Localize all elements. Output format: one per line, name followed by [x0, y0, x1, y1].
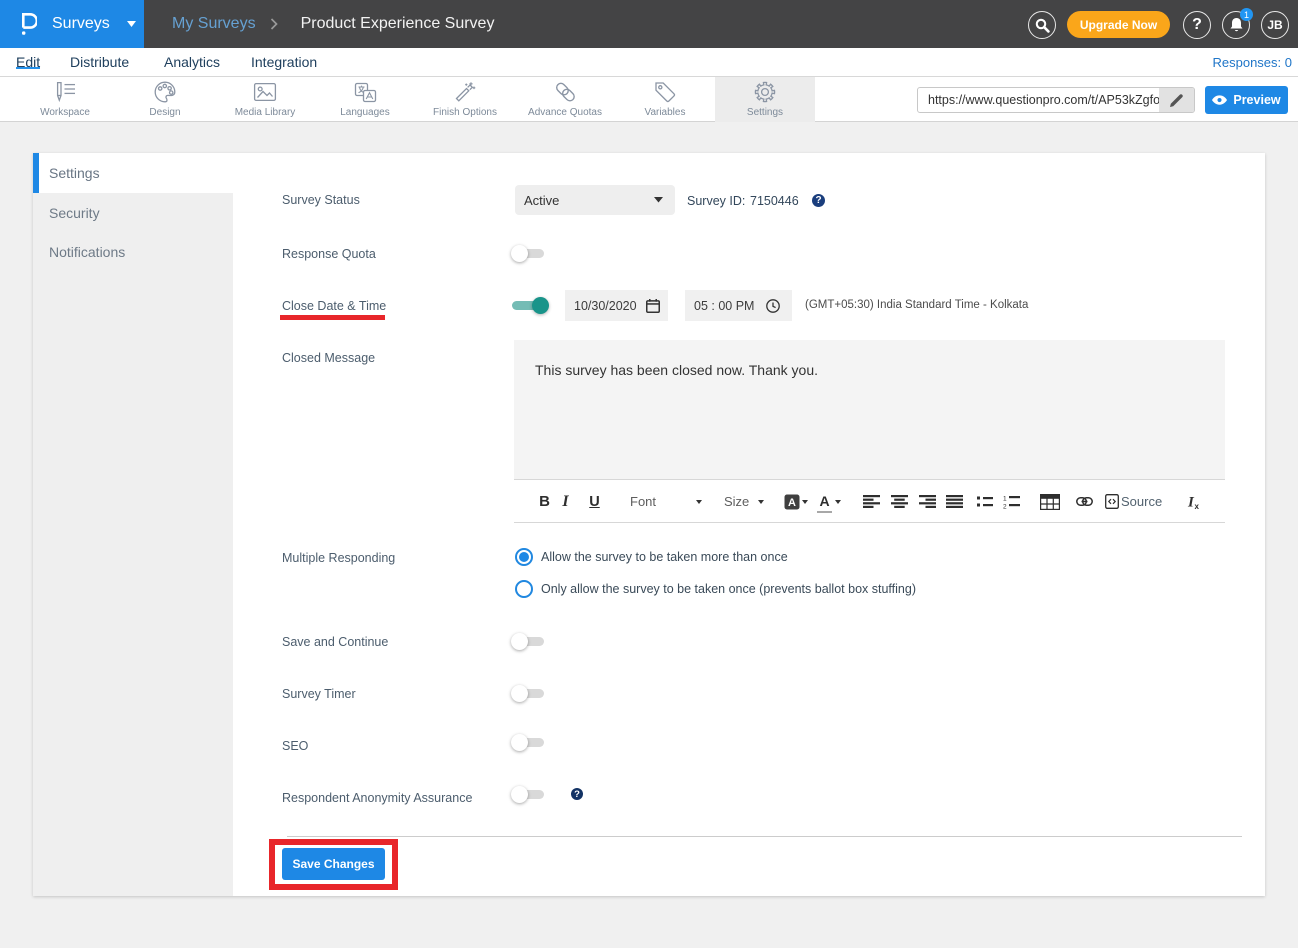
svg-text:x: x: [1194, 502, 1199, 510]
svg-text:A: A: [788, 497, 796, 509]
svg-text:1: 1: [1003, 495, 1007, 502]
svg-text:2: 2: [1003, 503, 1007, 509]
